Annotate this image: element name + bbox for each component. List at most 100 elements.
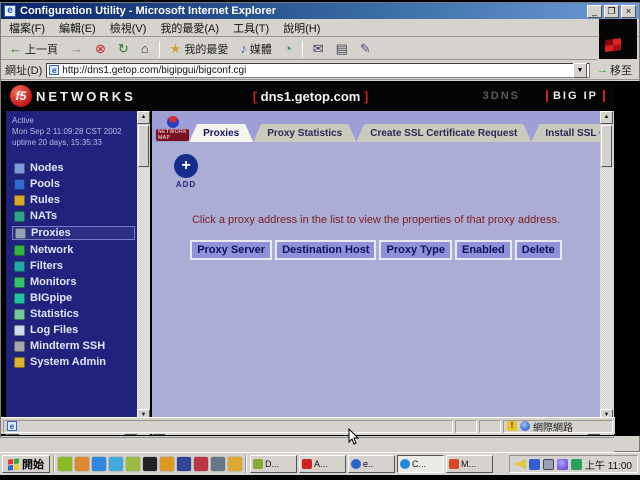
home-button[interactable]: ⌂ [137, 41, 153, 57]
scrollbar-track[interactable] [600, 168, 613, 409]
taskbar-separator [245, 455, 247, 473]
sidebar-item-log-files[interactable]: Log Files [12, 324, 135, 336]
network-tray-icon[interactable] [529, 459, 540, 470]
sidebar-item-monitors[interactable]: Monitors [12, 276, 135, 288]
add-icon[interactable]: + [174, 154, 198, 178]
address-bar: 網址(D) e ▼ → 移至 [1, 61, 639, 80]
sidebar-item-statistics[interactable]: Statistics [12, 308, 135, 320]
sidebar-item-filters[interactable]: Filters [12, 260, 135, 272]
forward-button[interactable]: → [66, 41, 87, 57]
edit-button[interactable]: ✎ [356, 41, 375, 57]
toolbar-separator [159, 41, 160, 57]
menu-tools[interactable]: 工具(T) [233, 20, 269, 36]
stop-button[interactable]: ⊗ [91, 41, 110, 57]
sidebar-item-mindterm-ssh[interactable]: Mindterm SSH [12, 340, 135, 352]
taskbar-clock[interactable]: 上午 11:00 [585, 457, 632, 472]
task-window-button[interactable]: A... [299, 455, 346, 473]
start-button[interactable]: 開始 [2, 455, 50, 473]
ie-throbber-logo [599, 19, 637, 59]
main-vertical-scrollbar[interactable]: ▲ ▼ [600, 111, 614, 422]
quick-launch-icon[interactable] [160, 457, 174, 471]
app-tray-icon[interactable] [571, 459, 582, 470]
scrollbar-thumb[interactable] [138, 125, 149, 167]
filters-icon [14, 261, 25, 272]
favorites-button[interactable]: ★ 我的最愛 [166, 40, 233, 58]
volume-icon[interactable] [515, 459, 526, 470]
column-header-proxy-type[interactable]: Proxy Type [379, 240, 452, 260]
scrollbar-track[interactable] [137, 168, 150, 409]
sidebar-item-rules[interactable]: Rules [12, 194, 135, 206]
network-map-button[interactable]: NETWORK MAP [156, 116, 189, 141]
document-status-icon: e [7, 421, 17, 431]
hostname: dns1.getop.com [261, 89, 361, 104]
quick-launch-icon[interactable] [126, 457, 140, 471]
quick-launch-icon[interactable] [109, 457, 123, 471]
minimize-button[interactable]: _ [587, 5, 602, 18]
tab-create-ssl-certificate-request[interactable]: Create SSL Certificate Request [356, 124, 531, 142]
tab-proxies[interactable]: Proxies [189, 124, 253, 142]
sidebar-item-nats[interactable]: NATs [12, 210, 135, 222]
address-input[interactable] [62, 65, 570, 76]
taskbar-separator [53, 455, 55, 473]
task-window-button-active[interactable]: C... [397, 455, 444, 473]
sidebar-item-nodes[interactable]: Nodes [12, 162, 135, 174]
sidebar-frame: Active Mon Sep 2 11:09:28 CST 2002 uptim… [6, 111, 150, 435]
app-icon [400, 459, 410, 469]
scroll-up-icon[interactable]: ▲ [600, 111, 613, 124]
sidebar-item-bigpipe[interactable]: BIGpipe [12, 292, 135, 304]
page-viewport: f5 NETWORKS [ dns1.getop.com ] 3DNS BIG … [1, 81, 640, 436]
back-button[interactable]: ← 上一頁 [5, 40, 62, 58]
go-button[interactable]: → 移至 [594, 62, 635, 78]
media-button[interactable]: ♪ 媒體 [236, 40, 276, 58]
display-tray-icon[interactable] [543, 459, 554, 470]
menu-edit[interactable]: 編輯(E) [59, 20, 96, 36]
quick-launch-icon[interactable] [194, 457, 208, 471]
close-button[interactable]: × [621, 5, 636, 18]
quick-launch-icon[interactable] [92, 457, 106, 471]
menu-favorites[interactable]: 我的最愛(A) [160, 20, 219, 36]
status-pane-empty [455, 420, 477, 433]
nav-3dns[interactable]: 3DNS [483, 90, 520, 102]
mail-button[interactable]: ✉ [309, 41, 328, 57]
menu-help[interactable]: 說明(H) [283, 20, 320, 36]
menu-file[interactable]: 檔案(F) [9, 20, 45, 36]
task-window-button[interactable]: M... [446, 455, 493, 473]
scroll-up-icon[interactable]: ▲ [137, 111, 150, 124]
print-button[interactable]: ▤ [332, 41, 352, 57]
network-map-icon [167, 116, 179, 128]
add-proxy-control[interactable]: + ADD [168, 154, 204, 189]
tab-proxy-statistics[interactable]: Proxy Statistics [253, 124, 356, 142]
sidebar-item-system-admin[interactable]: System Admin [12, 356, 135, 368]
quick-launch-icon[interactable] [211, 457, 225, 471]
app-tray-icon[interactable] [557, 459, 568, 470]
menu-view[interactable]: 檢視(V) [110, 20, 147, 36]
sidebar-item-proxies[interactable]: Proxies [12, 226, 135, 240]
quick-launch-icon[interactable] [75, 457, 89, 471]
mindterm-ssh-icon [14, 341, 25, 352]
quick-launch-icon[interactable] [143, 457, 157, 471]
task-window-button[interactable]: e.. [348, 455, 395, 473]
task-window-button[interactable]: D... [250, 455, 297, 473]
sidebar-item-label: Network [30, 244, 73, 256]
system-status-block: Active Mon Sep 2 11:09:28 CST 2002 uptim… [12, 115, 135, 148]
quick-launch-icon[interactable] [177, 457, 191, 471]
sidebar-vertical-scrollbar[interactable]: ▲ ▼ [137, 111, 150, 422]
task-button-label: e.. [363, 459, 373, 469]
sidebar-item-pools[interactable]: Pools [12, 178, 135, 190]
column-header-destination-host[interactable]: Destination Host [275, 240, 376, 260]
sidebar-item-network[interactable]: Network [12, 244, 135, 256]
refresh-button[interactable]: ↻ [114, 41, 133, 57]
history-button[interactable]: ◔ [280, 41, 296, 57]
nav-bigip[interactable]: BIG IP [546, 90, 605, 102]
quick-launch-icon[interactable] [228, 457, 242, 471]
tab-install-ssl-certificate[interactable]: Install SSL Certif [531, 124, 600, 142]
quick-launch-icon[interactable] [58, 457, 72, 471]
title-bar[interactable]: e Configuration Utility - Microsoft Inte… [1, 3, 639, 19]
sidebar-item-label: Mindterm SSH [30, 340, 105, 352]
scrollbar-thumb[interactable] [601, 125, 612, 167]
address-dropdown-button[interactable]: ▼ [573, 63, 587, 78]
maximize-button[interactable]: ❐ [604, 5, 619, 18]
column-header-enabled[interactable]: Enabled [455, 240, 512, 260]
column-header-proxy-server[interactable]: Proxy Server [190, 240, 272, 260]
column-header-delete[interactable]: Delete [515, 240, 562, 260]
